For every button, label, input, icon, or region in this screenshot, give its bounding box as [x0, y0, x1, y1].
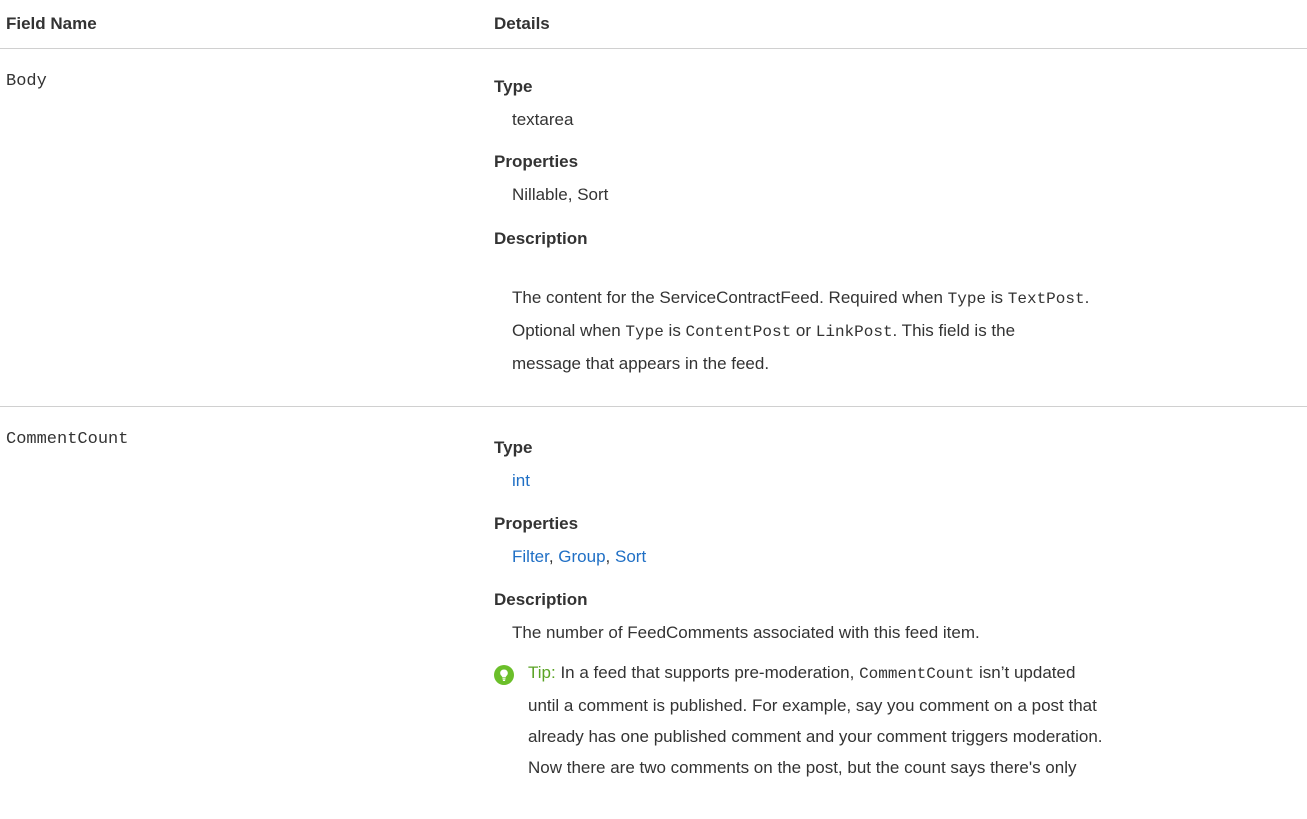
field-name: CommentCount	[6, 430, 129, 449]
properties-label: Properties	[494, 514, 579, 533]
properties-label: Properties	[494, 152, 579, 171]
type-value: int	[512, 471, 530, 491]
property-link-filter[interactable]: Filter	[512, 547, 549, 566]
type-link-int[interactable]: int	[512, 471, 530, 490]
type-label: Type	[494, 77, 533, 96]
table-row: CommentCount Type int Properties Filter,…	[0, 407, 1307, 819]
properties-value: Filter, Group, Sort	[512, 547, 647, 566]
table-row: Body Type textarea Properties Nillable, …	[0, 49, 1307, 407]
tip-label: Tip:	[528, 663, 556, 682]
field-name: Body	[6, 72, 47, 91]
property-link-group[interactable]: Group	[558, 547, 605, 566]
description-text: The content for the ServiceContractFeed.…	[512, 288, 1090, 373]
description-text: The number of FeedComments associated wi…	[512, 623, 980, 642]
description-label: Description	[494, 229, 588, 248]
lightbulb-icon	[494, 665, 514, 685]
column-header-field-name: Field Name	[6, 14, 97, 33]
table-header: Field Name Details	[0, 0, 1307, 49]
type-label: Type	[494, 438, 533, 457]
property-link-sort[interactable]: Sort	[615, 547, 646, 566]
tip-callout: Tip: In a feed that supports pre-moderat…	[528, 663, 1103, 777]
type-value: textarea	[512, 110, 574, 129]
description-label: Description	[494, 590, 588, 609]
properties-value: Nillable, Sort	[512, 185, 609, 204]
column-header-details: Details	[494, 14, 550, 33]
